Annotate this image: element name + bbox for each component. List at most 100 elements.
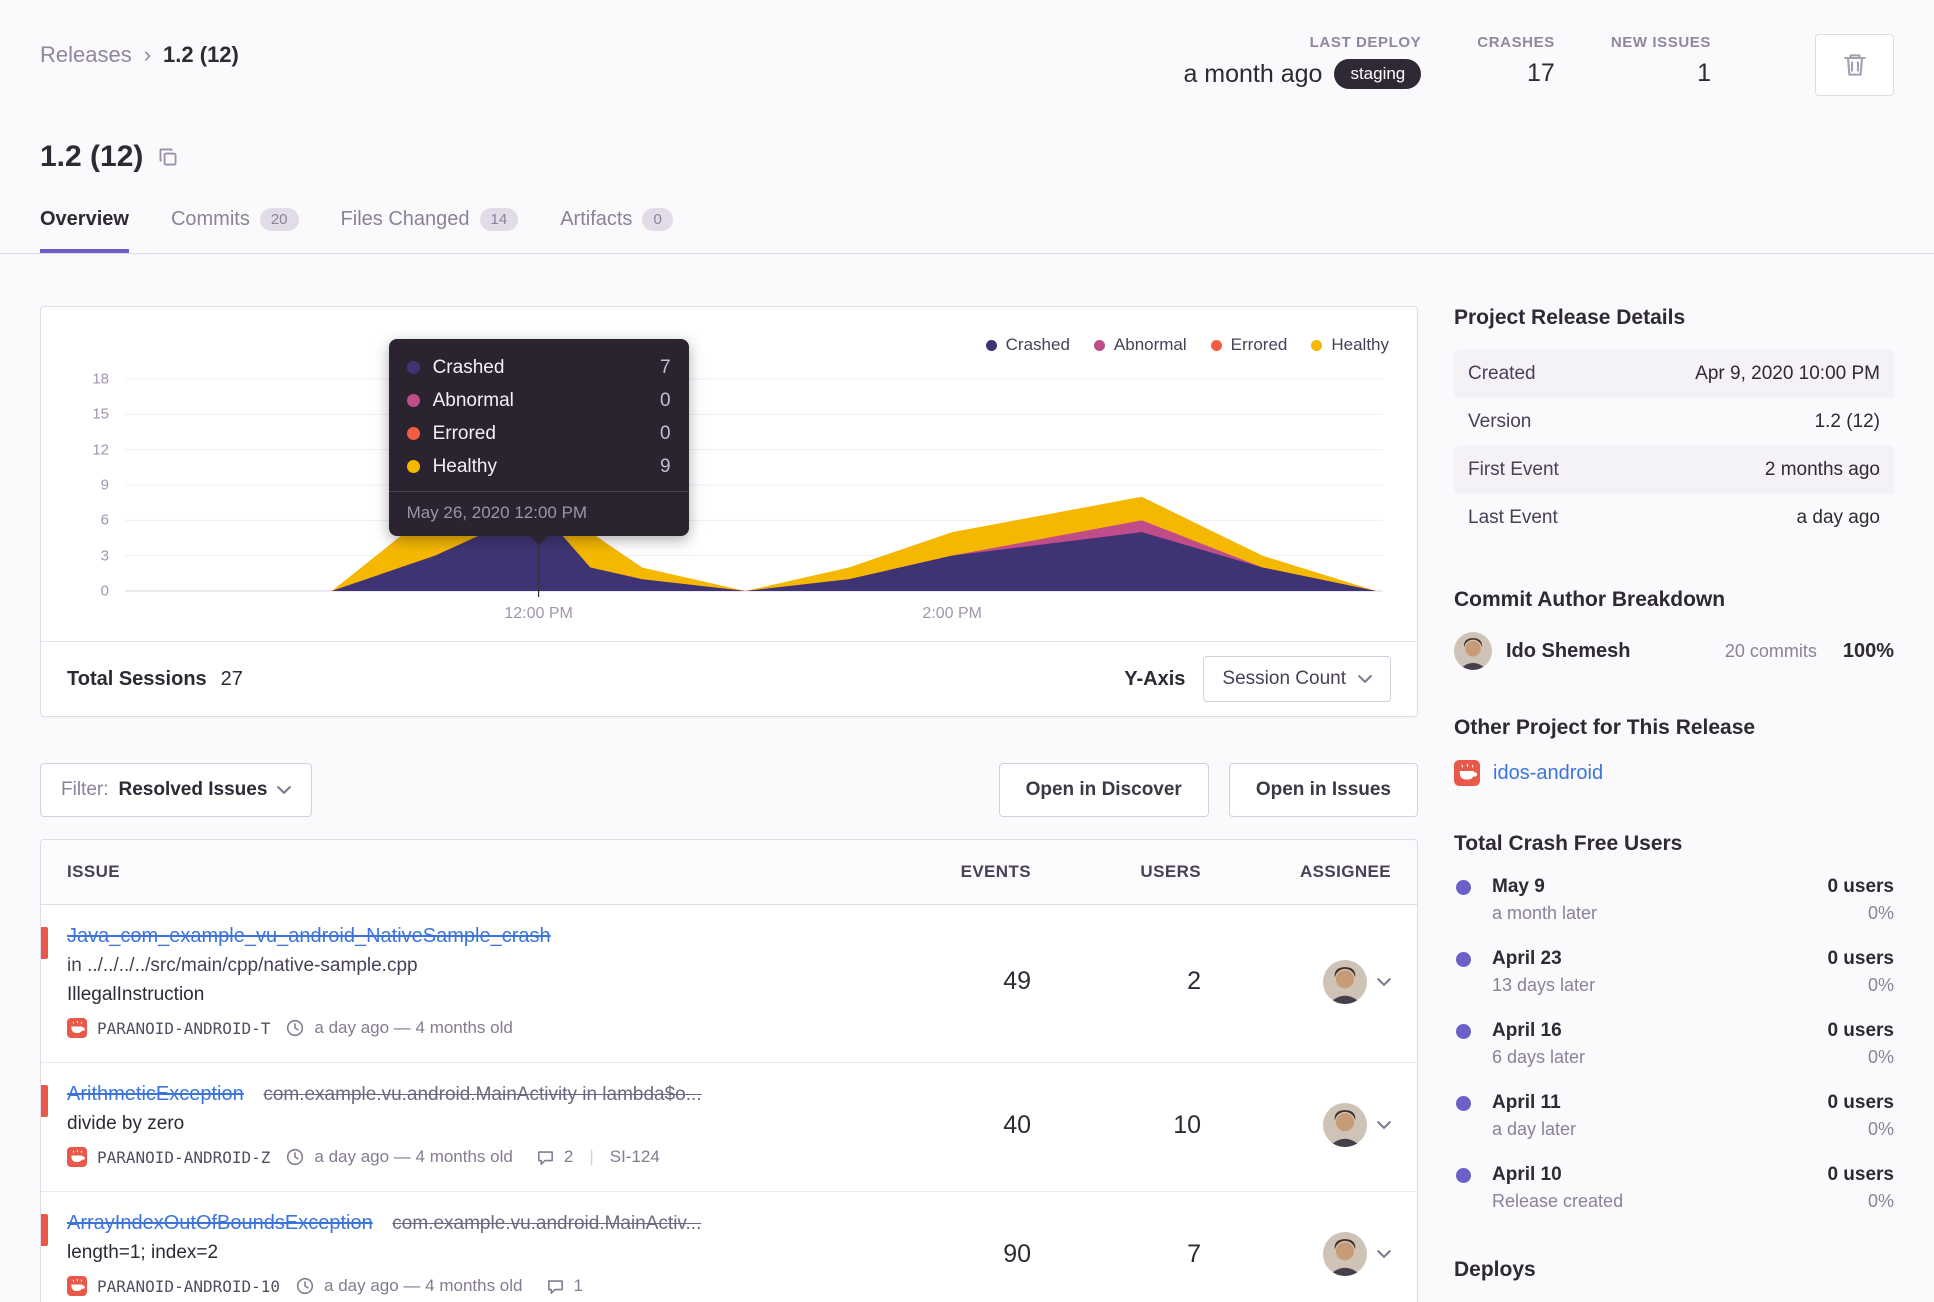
stat-label: NEW ISSUES (1610, 34, 1711, 51)
issue-short-id: PARANOID-ANDROID-Z (97, 1147, 271, 1167)
section-title: Total Crash Free Users (1454, 832, 1683, 855)
detail-label: Created (1468, 363, 1536, 384)
y-axis-selected-value: Session Count (1222, 668, 1346, 689)
crash-free-percent: 0% (1867, 1119, 1894, 1139)
filter-selected-value: Resolved Issues (118, 779, 268, 800)
issue-events-count: 90 (1003, 1239, 1031, 1268)
chevron-down-icon (1377, 1249, 1391, 1259)
issue-age: a day ago — 4 months old (314, 1147, 513, 1166)
detail-row-created: Created Apr 9, 2020 10:00 PM (1454, 350, 1894, 398)
author-commit-count: 20 commits (1724, 640, 1817, 661)
new-issues-value: 1 (1697, 59, 1711, 87)
legend-item-healthy[interactable]: Healthy (1311, 335, 1389, 355)
chart-footer: Total Sessions 27 Y-Axis Session Count (41, 641, 1417, 716)
issues-filter-dropdown[interactable]: Filter: Resolved Issues (40, 763, 313, 817)
project-icon (67, 1147, 87, 1167)
detail-label: Last Event (1468, 507, 1558, 528)
healthy-dot (406, 460, 420, 473)
copy-version-button[interactable] (157, 146, 179, 168)
section-title: Other Project for This Release (1454, 716, 1756, 739)
issue-title-link[interactable]: ArithmeticException (67, 1083, 244, 1105)
legend-item-abnormal[interactable]: Abnormal (1093, 335, 1187, 355)
issue-annotation-link[interactable]: SI-124 (610, 1147, 660, 1167)
crash-free-date: April 16 (1492, 1020, 1562, 1041)
breadcrumb: Releases › 1.2 (12) (40, 34, 239, 68)
y-axis-tick: 12 (92, 441, 109, 459)
chevron-down-icon (1377, 977, 1391, 987)
author-percent: 100% (1842, 639, 1894, 662)
section-title: Deploys (1454, 1258, 1536, 1281)
issue-row: ArithmeticException com.example.vu.andro… (41, 1063, 1417, 1192)
y-axis-tick: 9 (100, 476, 109, 494)
crashes-value: 17 (1527, 59, 1555, 87)
assignee-dropdown[interactable] (1201, 1103, 1391, 1147)
y-axis-tick: 0 (100, 582, 109, 600)
legend-item-crashed[interactable]: Crashed (985, 335, 1070, 355)
x-axis-tick: 2:00 PM (922, 605, 982, 622)
y-axis-select[interactable]: Session Count (1203, 656, 1391, 702)
stat-crashes: CRASHES 17 (1477, 34, 1555, 88)
healthy-legend-dot (1311, 339, 1323, 351)
issue-comment-count: 1 (573, 1276, 583, 1295)
other-project-link[interactable]: idos-android (1493, 762, 1603, 785)
stat-label: LAST DEPLOY (1309, 34, 1422, 51)
tooltip-value: 0 (660, 422, 671, 444)
project-release-details: Project Release Details Created Apr 9, 2… (1454, 306, 1894, 542)
release-stats: LAST DEPLOY a month ago staging CRASHES … (1183, 34, 1894, 96)
stat-last-deploy: LAST DEPLOY a month ago staging (1183, 34, 1422, 89)
chart-legend: Crashed Abnormal Errored Healthy (67, 327, 1391, 373)
tab-label: Overview (40, 208, 129, 230)
tooltip-row: Errored 0 (406, 417, 671, 450)
tab-artifacts[interactable]: Artifacts 0 (560, 208, 673, 253)
breadcrumb-releases-link[interactable]: Releases (40, 42, 132, 68)
environment-badge: staging (1334, 59, 1422, 89)
issue-events-count: 49 (1003, 967, 1031, 995)
delete-release-button[interactable] (1815, 34, 1894, 96)
tab-overview[interactable]: Overview (40, 208, 129, 253)
y-axis-tick: 6 (100, 511, 109, 529)
legend-label: Crashed (1005, 335, 1070, 354)
issue-title-link[interactable]: ArrayIndexOutOfBoundsException (67, 1212, 373, 1234)
tooltip-value: 0 (660, 389, 671, 411)
crash-free-relative: 13 days later (1492, 975, 1596, 995)
issues-table: ISSUE EVENTS USERS ASSIGNEE Java_com_exa… (40, 839, 1418, 1302)
sessions-chart-card: Crashed Abnormal Errored Healthy Crashed… (40, 306, 1418, 717)
timeline-dot (1456, 1096, 1471, 1111)
release-page: Releases › 1.2 (12) LAST DEPLOY a month … (0, 0, 1934, 1302)
project-icon (67, 1276, 87, 1296)
crash-free-percent: 0% (1867, 903, 1894, 923)
breadcrumb-separator: › (143, 42, 152, 67)
release-header: Releases › 1.2 (12) LAST DEPLOY a month … (0, 0, 1934, 254)
tab-commits[interactable]: Commits 20 (171, 208, 299, 253)
copy-icon (157, 146, 179, 168)
crash-free-users: 0 users (1827, 1092, 1894, 1113)
trash-icon (1841, 51, 1869, 79)
stat-label: CRASHES (1477, 34, 1555, 51)
assignee-dropdown[interactable] (1201, 1232, 1391, 1276)
crashed-legend-dot (985, 339, 997, 351)
filter-label: Filter: (61, 779, 109, 800)
issue-message: length=1; index=2 (67, 1242, 219, 1263)
section-title: Commit Author Breakdown (1454, 588, 1726, 611)
assignee-dropdown[interactable] (1201, 960, 1391, 1004)
column-users: USERS (1140, 862, 1201, 881)
comment-bubble-icon (547, 1278, 564, 1295)
crash-free-date: May 9 (1492, 876, 1545, 897)
legend-item-errored[interactable]: Errored (1210, 335, 1288, 355)
tooltip-row: Crashed 7 (406, 351, 671, 384)
sessions-area-chart[interactable]: Crashed 7 Abnormal 0 Errored 0 Healthy 9… (92, 339, 1383, 622)
legend-label: Errored (1230, 335, 1288, 354)
open-in-issues-button[interactable]: Open in Issues (1228, 763, 1418, 817)
tab-files-changed[interactable]: Files Changed 14 (341, 208, 519, 253)
crash-free-item: May 9 0 users a month later 0% (1454, 876, 1894, 924)
detail-label: Version (1468, 411, 1532, 432)
issue-title-link[interactable]: Java_com_example_vu_android_NativeSample… (67, 925, 551, 947)
chart-canvas (125, 373, 1383, 593)
issue-users-count: 10 (1173, 1110, 1201, 1139)
author-name: Ido Shemesh (1506, 639, 1631, 662)
column-events: EVENTS (960, 862, 1031, 881)
crash-free-relative: a month later (1492, 903, 1598, 923)
other-project-row: idos-android (1454, 760, 1894, 786)
project-icon (67, 1018, 87, 1038)
open-in-discover-button[interactable]: Open in Discover (998, 763, 1209, 817)
